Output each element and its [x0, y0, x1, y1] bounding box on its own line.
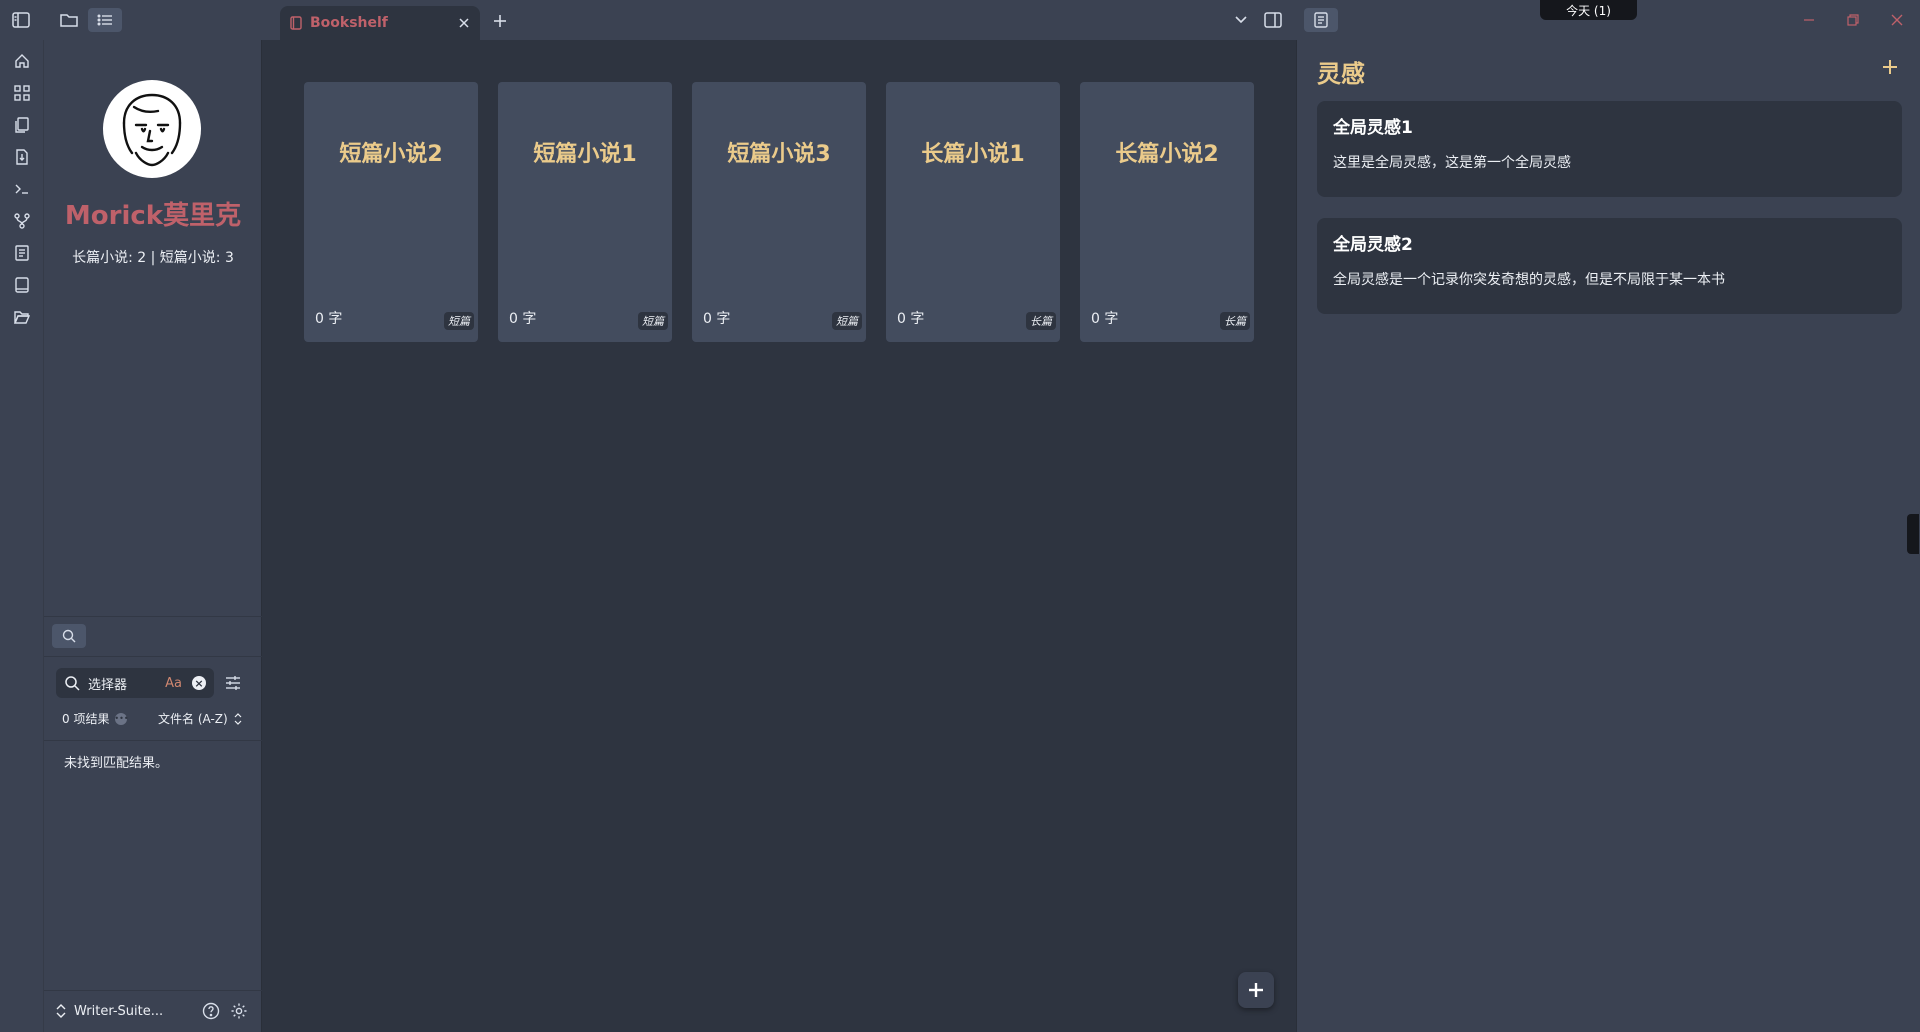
book-type-badge: 短篇 — [638, 312, 668, 330]
note-icon[interactable] — [11, 242, 33, 264]
more-icon[interactable]: ••• — [114, 712, 129, 725]
clear-search-icon[interactable]: × — [192, 676, 206, 690]
vault-switcher[interactable]: Writer-Suite... — [44, 990, 262, 1032]
scroll-handle[interactable] — [1907, 514, 1919, 554]
result-count-text: 0 项结果 — [62, 712, 110, 726]
chevron-down-icon[interactable] — [1224, 8, 1258, 32]
search-input[interactable]: 选择器 Aa × — [56, 668, 214, 698]
book-card[interactable]: 短篇小说3 0 字 短篇 — [692, 82, 866, 342]
sort-label: 文件名 (A-Z) — [158, 712, 228, 726]
profile-stats: 长篇小说: 2 | 短篇小说: 3 — [72, 250, 234, 266]
files-icon[interactable] — [11, 114, 33, 136]
result-count: 0 项结果 ••• — [62, 710, 129, 727]
inspiration-title: 全局灵感1 — [1333, 118, 1413, 138]
plus-icon — [1249, 983, 1263, 997]
home-icon[interactable] — [11, 50, 33, 72]
plus-icon — [494, 15, 506, 27]
avatar — [103, 80, 201, 178]
book-title: 长篇小说2 — [1115, 142, 1219, 167]
window-close-icon[interactable] — [1882, 9, 1912, 31]
no-match-message: 未找到匹配结果。 — [64, 756, 169, 771]
search-icon[interactable] — [52, 624, 86, 648]
book-grid: 短篇小说2 0 字 短篇 短篇小说1 0 字 短篇 短篇小说3 0 字 短篇 长… — [304, 82, 1254, 342]
tab-bookshelf[interactable]: Bookshelf — [280, 6, 480, 40]
git-branch-icon[interactable] — [11, 210, 33, 232]
inspiration-title: 全局灵感2 — [1333, 235, 1413, 255]
tab-label: Bookshelf — [310, 15, 388, 31]
search-icon — [64, 675, 80, 691]
book-card[interactable]: 长篇小说2 0 字 长篇 — [1080, 82, 1254, 342]
book-title: 短篇小说1 — [533, 142, 637, 167]
book-type-badge: 长篇 — [1220, 312, 1250, 330]
book-type-badge: 短篇 — [444, 312, 474, 330]
bookshelf-view: 短篇小说2 0 字 短篇 短篇小说1 0 字 短篇 短篇小说3 0 字 短篇 长… — [262, 40, 1296, 1032]
add-book-button[interactable] — [1238, 972, 1274, 1008]
add-inspiration-button[interactable] — [1881, 58, 1903, 80]
book-card[interactable]: 短篇小说1 0 字 短篇 — [498, 82, 672, 342]
chevron-updown-icon — [56, 1004, 66, 1018]
divider — [44, 656, 262, 657]
book-icon — [290, 16, 302, 30]
book-title: 短篇小说2 — [339, 142, 443, 167]
help-icon[interactable] — [200, 1000, 222, 1022]
book-word-count: 0 字 — [897, 311, 925, 327]
inspiration-body: 全局灵感是一个记录你突发奇想的灵感，但是不局限于某一本书 — [1333, 272, 1725, 288]
left-sidebar: Morick莫里克 长篇小说: 2 | 短篇小说: 3 选择器 Aa × 0 项… — [44, 40, 262, 1032]
book-title: 短篇小说3 — [727, 142, 831, 167]
gear-icon[interactable] — [228, 1000, 250, 1022]
terminal-icon[interactable] — [11, 178, 33, 200]
new-tab-button[interactable] — [488, 9, 512, 33]
book-word-count: 0 字 — [703, 311, 731, 327]
search-value[interactable]: 选择器 — [88, 674, 165, 693]
book-type-badge: 短篇 — [832, 312, 862, 330]
grid-icon[interactable] — [11, 82, 33, 104]
split-view-icon[interactable] — [1256, 8, 1290, 32]
chevron-updown-icon — [234, 712, 242, 725]
restore-icon[interactable] — [1838, 9, 1868, 31]
book-card[interactable]: 长篇小说1 0 字 长篇 — [886, 82, 1060, 342]
book-title: 长篇小说1 — [921, 142, 1025, 167]
panel-title: 灵感 — [1317, 60, 1365, 88]
sliders-icon[interactable] — [224, 674, 244, 694]
plus-icon — [1883, 60, 1897, 74]
divider — [44, 616, 262, 617]
match-case-toggle[interactable]: Aa — [165, 676, 182, 691]
folder-icon[interactable] — [52, 8, 86, 32]
vault-name: Writer-Suite... — [74, 1003, 164, 1019]
title-bar: Bookshelf 今天 (1) — [0, 0, 1920, 40]
book-word-count: 0 字 — [315, 311, 343, 327]
profile-name: Morick莫里克 — [64, 201, 242, 231]
today-badge[interactable]: 今天 (1) — [1540, 0, 1637, 20]
minimize-icon[interactable] — [1794, 9, 1824, 31]
divider — [44, 740, 262, 741]
sort-select[interactable]: 文件名 (A-Z) — [158, 710, 242, 727]
book-type-badge: 长篇 — [1026, 312, 1056, 330]
inspiration-body: 这里是全局灵感，这是第一个全局灵感 — [1333, 155, 1571, 171]
book-word-count: 0 字 — [509, 311, 537, 327]
folder-open-icon[interactable] — [11, 306, 33, 328]
close-icon[interactable] — [458, 17, 470, 29]
inspiration-card[interactable]: 全局灵感2 全局灵感是一个记录你突发奇想的灵感，但是不局限于某一本书 — [1317, 218, 1902, 314]
file-export-icon[interactable] — [11, 146, 33, 168]
left-ribbon — [0, 40, 44, 1032]
book-word-count: 0 字 — [1091, 311, 1119, 327]
list-icon[interactable] — [88, 8, 122, 32]
inspiration-panel: 灵感 全局灵感1 这里是全局灵感，这是第一个全局灵感 全局灵感2 全局灵感是一个… — [1296, 40, 1920, 1032]
document-icon[interactable] — [1304, 8, 1338, 32]
book-card[interactable]: 短篇小说2 0 字 短篇 — [304, 82, 478, 342]
bookshelf-icon[interactable] — [11, 274, 33, 296]
inspiration-card[interactable]: 全局灵感1 这里是全局灵感，这是第一个全局灵感 — [1317, 101, 1902, 197]
sidebar-toggle-icon[interactable] — [4, 8, 38, 32]
